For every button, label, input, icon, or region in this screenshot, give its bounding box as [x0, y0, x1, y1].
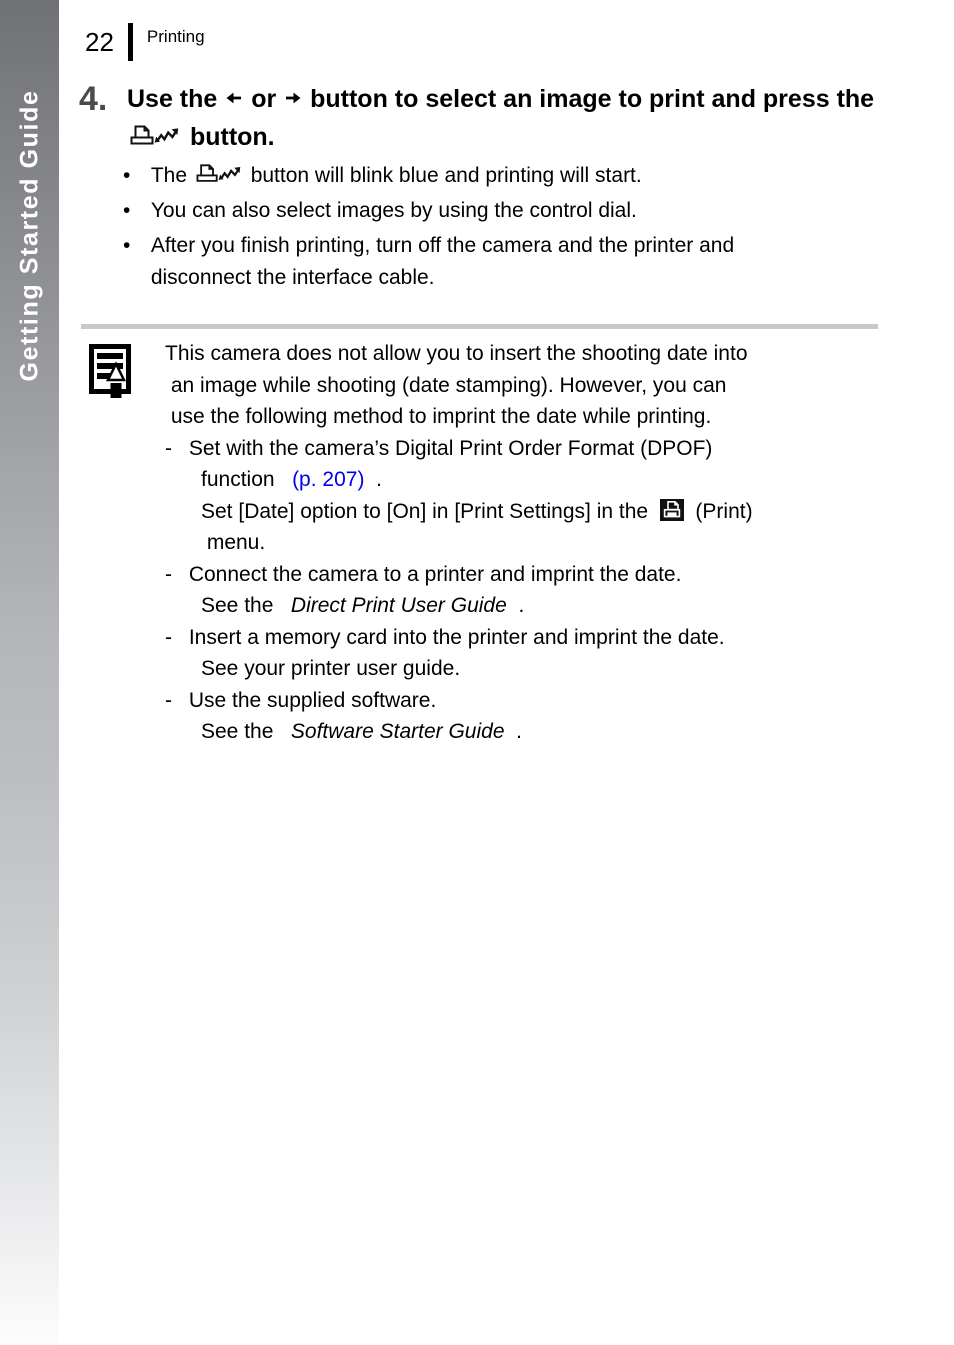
page-content: 22 Printing 4. Use the or button to sele…	[59, 0, 954, 1345]
note-item-text-pre: function	[201, 468, 287, 491]
bullet-marker: •	[123, 199, 137, 222]
note-item-text-pre: See the	[201, 594, 286, 617]
step-block: 4. Use the or button to select an image …	[79, 80, 924, 156]
section-tab-getting-started-guide: Getting Started Guide	[0, 0, 59, 1345]
bullet-marker: •	[123, 164, 137, 187]
note-item-text-post: .	[370, 468, 382, 491]
bullet-text-continuation: disconnect the interface cable.	[145, 266, 435, 289]
note-callout: This camera does not allow you to insert…	[87, 338, 917, 748]
step-heading-row: 4. Use the or button to select an image …	[79, 80, 924, 156]
note-item-text: Insert a memory card into the printer an…	[183, 625, 725, 649]
section-tab-label-wrap: Getting Started Guide	[0, 0, 59, 470]
arrow-right-icon	[283, 88, 303, 108]
note-item-text-pre: See your printer user guide.	[201, 657, 466, 680]
dash-marker: -	[165, 625, 178, 649]
bullet-text: After you finish printing, turn off the …	[145, 234, 740, 257]
bullet-marker: •	[123, 234, 137, 257]
note-item-text-post: (Print)	[683, 499, 753, 523]
header-divider-bar	[127, 23, 133, 61]
note-item-text-pre: See the	[201, 720, 286, 743]
step-heading-part3: button.	[183, 123, 275, 151]
note-item-continuation: function (p. 207) .	[165, 464, 917, 496]
note-item-text: Use the supplied software.	[183, 688, 437, 712]
step-heading: Use the or button to select an image to …	[127, 80, 924, 156]
note-list-item: - Connect the camera to a printer and im…	[165, 559, 917, 591]
print-share-button-icon	[127, 124, 183, 148]
note-item-text-pre: Set [Date] option to [On] in [Print Sett…	[201, 499, 660, 523]
step-heading-or: or	[244, 85, 284, 113]
list-item: • The button will blink blue and printin…	[123, 160, 923, 192]
note-body: This camera does not allow you to insert…	[165, 338, 917, 748]
note-item-continuation: menu.	[201, 531, 272, 554]
note-item-continuation: See the Direct Print User Guide .	[165, 590, 917, 622]
note-list-item: - Set with the camera’s Digital Print Or…	[165, 433, 917, 465]
section-tab-label: Getting Started Guide	[15, 89, 44, 381]
print-menu-icon	[659, 498, 684, 522]
page-reference-link[interactable]: (p. 207)	[286, 468, 370, 491]
note-item-continuation: See your printer user guide.	[165, 653, 917, 685]
step-bullet-list: • The button will blink blue and printin…	[123, 160, 923, 297]
note-paragraph-line: This camera does not allow you to insert…	[165, 342, 754, 365]
note-list-item: - Use the supplied software.	[165, 685, 917, 717]
list-item: • After you finish printing, turn off th…	[123, 230, 923, 294]
bullet-text-post: button will blink blue and printing will…	[244, 164, 642, 187]
note-item-continuation: Set [Date] option to [On] in [Print Sett…	[165, 496, 917, 528]
note-item-text-post: .	[512, 594, 525, 617]
note-item-text: Connect the camera to a printer and impr…	[183, 562, 682, 586]
list-item: • You can also select images by using th…	[123, 195, 923, 227]
note-paragraph-line: use the following method to imprint the …	[165, 405, 718, 428]
print-share-button-icon	[193, 163, 245, 185]
running-header: 22 Printing	[85, 22, 205, 62]
arrow-left-icon	[224, 88, 244, 108]
guide-title: Software Starter Guide	[285, 720, 511, 743]
step-heading-part1: Use the	[127, 85, 225, 113]
page-number: 22	[85, 27, 114, 57]
bullet-text-pre: The	[145, 164, 193, 187]
bullet-text: You can also select images by using the …	[145, 199, 637, 222]
note-list-item: - Insert a memory card into the printer …	[165, 622, 917, 654]
step-heading-part2: button to select an image to print and p…	[303, 85, 882, 113]
note-paragraph-line: an image while shooting (date stamping).…	[165, 373, 733, 397]
step-number: 4.	[79, 80, 108, 118]
note-item-text: Set with the camera’s Digital Print Orde…	[183, 436, 713, 460]
note-item-continuation: See the Software Starter Guide .	[165, 716, 917, 748]
note-item-text-post: .	[510, 720, 523, 743]
note-icon-wrap	[87, 342, 139, 400]
dash-marker: -	[165, 562, 178, 586]
dash-marker: -	[165, 688, 178, 712]
guide-title: Direct Print User Guide	[285, 594, 513, 617]
dash-marker: -	[165, 436, 178, 460]
header-section-title: Printing	[146, 26, 205, 46]
note-pencil-document-icon	[87, 342, 139, 400]
note-separator-rule	[81, 324, 878, 329]
